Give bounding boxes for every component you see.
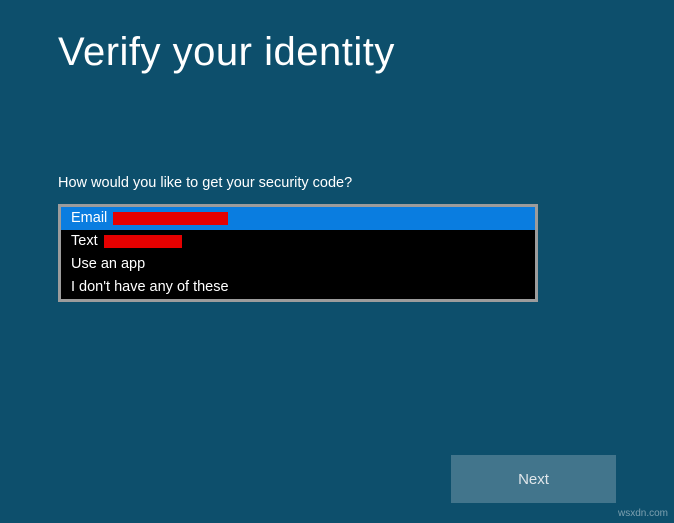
redacted-text: [104, 235, 182, 248]
option-label: I don't have any of these: [71, 278, 229, 297]
redacted-text: [113, 212, 228, 225]
option-label: Text: [71, 232, 102, 251]
prompt-text: How would you like to get your security …: [58, 175, 616, 191]
next-button[interactable]: Next: [451, 455, 616, 503]
watermark: wsxdn.com: [618, 508, 668, 519]
verification-option[interactable]: Text: [61, 230, 535, 253]
option-label: Email: [71, 209, 111, 228]
verification-option[interactable]: Email: [61, 207, 535, 230]
verification-option[interactable]: I don't have any of these: [61, 276, 535, 299]
verification-option[interactable]: Use an app: [61, 253, 535, 276]
page-title: Verify your identity: [58, 30, 616, 75]
option-label: Use an app: [71, 255, 145, 274]
verification-method-listbox[interactable]: Email Text Use an app I don't have any of…: [58, 204, 538, 302]
